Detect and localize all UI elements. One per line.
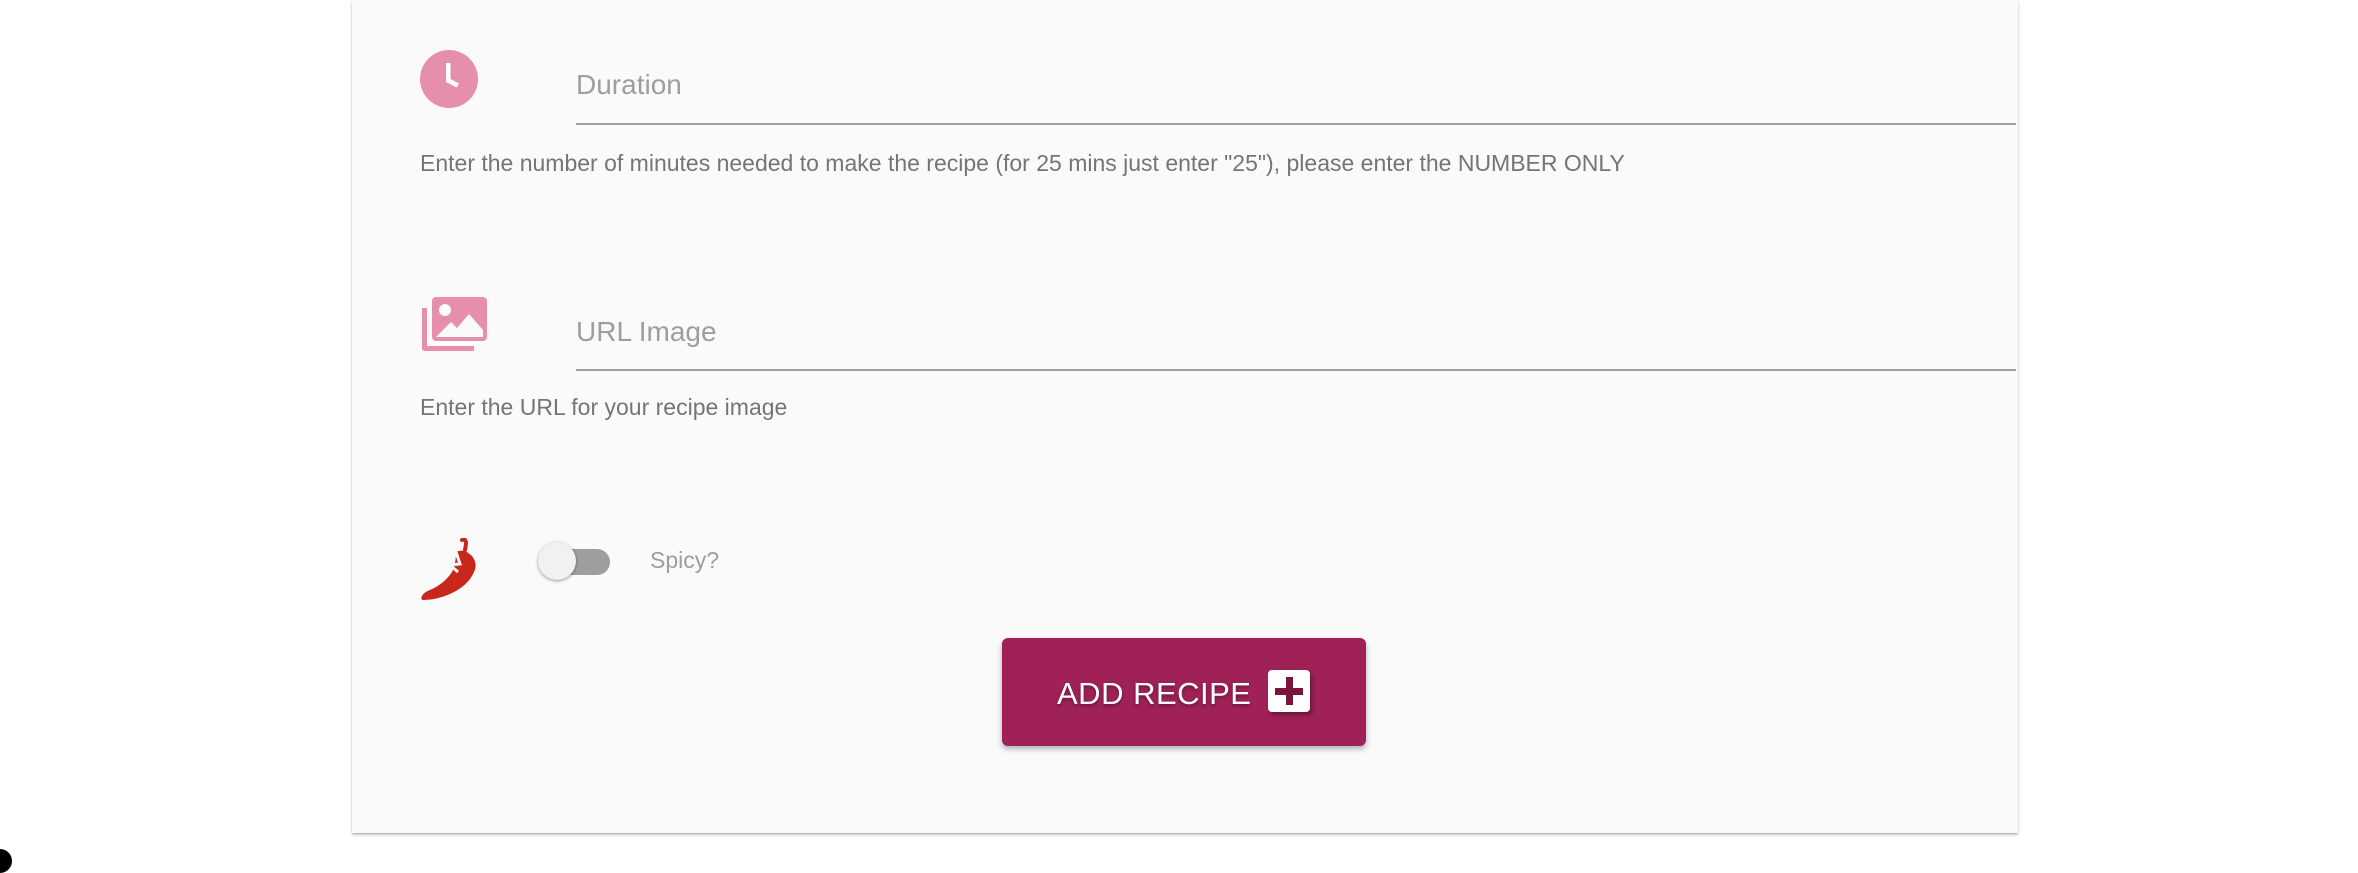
spicy-toggle-row: Spicy? — [420, 537, 820, 607]
add-recipe-button-label: ADD RECIPE — [1057, 676, 1252, 711]
switch-thumb — [538, 542, 576, 580]
duration-input[interactable] — [576, 60, 2016, 125]
add-recipe-button[interactable]: ADD RECIPE — [1002, 638, 1366, 746]
images-icon — [420, 296, 488, 357]
url-image-input[interactable] — [576, 308, 2016, 371]
add-recipe-form-card: Enter the number of minutes needed to ma… — [352, 0, 2018, 833]
chili-pepper-icon — [420, 537, 482, 607]
plus-square-icon — [1268, 670, 1310, 712]
spicy-label: Spicy? — [650, 547, 720, 573]
duration-helper-text: Enter the number of minutes needed to ma… — [420, 150, 1625, 176]
corner-dot — [0, 849, 12, 873]
spicy-switch[interactable] — [538, 538, 614, 584]
clock-icon — [420, 50, 478, 113]
url-image-helper-text: Enter the URL for your recipe image — [420, 394, 788, 420]
